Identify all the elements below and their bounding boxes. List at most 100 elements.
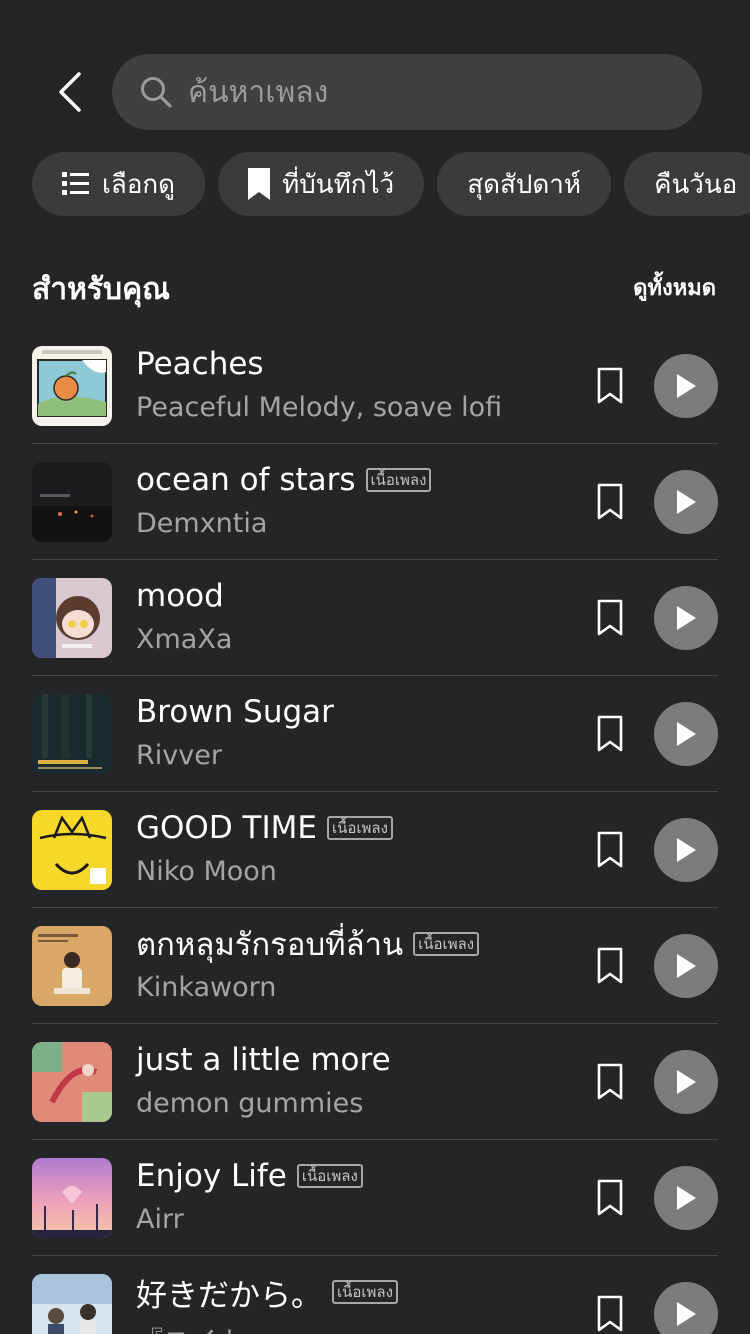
bookmark-outline-icon bbox=[597, 1063, 623, 1100]
list-icon bbox=[62, 171, 90, 197]
song-title-line: Brown Sugar bbox=[136, 692, 334, 732]
play-icon bbox=[677, 374, 696, 398]
song-title: Peaches bbox=[136, 346, 264, 382]
song-row[interactable]: Enjoy Life เนื้อเพลง Airr bbox=[32, 1140, 718, 1256]
play-button[interactable] bbox=[654, 1166, 718, 1230]
album-cover bbox=[32, 810, 112, 890]
play-icon bbox=[677, 1070, 696, 1094]
play-icon bbox=[677, 954, 696, 978]
lyrics-badge: เนื้อเพลง bbox=[413, 932, 480, 956]
lyrics-badge: เนื้อเพลง bbox=[332, 1280, 398, 1304]
bookmark-outline-icon bbox=[597, 1295, 623, 1332]
play-icon bbox=[677, 722, 696, 746]
chip-saved[interactable]: ที่บันทึกไว้ bbox=[218, 152, 425, 216]
song-title-line: 好きだから。 เนื้อเพลง bbox=[136, 1272, 398, 1314]
bookmark-outline-icon bbox=[597, 831, 623, 868]
song-title-line: ocean of stars เนื้อเพลง bbox=[136, 460, 432, 500]
song-artist: Kinkaworn bbox=[136, 972, 277, 1003]
bookmark-button[interactable] bbox=[596, 1062, 624, 1102]
song-row[interactable]: ocean of stars เนื้อเพลง Demxntia bbox=[32, 444, 718, 560]
play-button[interactable] bbox=[654, 702, 718, 766]
chip-browse[interactable]: เลือกดู bbox=[32, 152, 206, 216]
song-row[interactable]: Brown Sugar Rivver bbox=[32, 676, 718, 792]
bookmark-icon bbox=[248, 168, 271, 200]
bookmark-button[interactable] bbox=[596, 482, 624, 522]
bookmark-button[interactable] bbox=[596, 598, 624, 638]
album-cover bbox=[32, 1158, 112, 1238]
bookmark-outline-icon bbox=[597, 715, 623, 752]
album-cover bbox=[32, 694, 112, 774]
album-cover bbox=[32, 346, 112, 426]
song-title: Enjoy Life bbox=[136, 1158, 287, 1194]
song-title: mood bbox=[136, 578, 224, 614]
lyrics-badge: เนื้อเพลง bbox=[365, 468, 432, 492]
song-title: ocean of stars bbox=[136, 462, 356, 498]
bookmark-button[interactable] bbox=[596, 946, 624, 986]
bookmark-outline-icon bbox=[597, 1179, 623, 1216]
song-title-line: GOOD TIME เนื้อเพลง bbox=[136, 808, 393, 848]
bookmark-outline-icon bbox=[597, 947, 623, 984]
song-title: ตกหลุมรักรอบที่ล้าน bbox=[136, 927, 404, 963]
chip-label: ที่บันทึกไว้ bbox=[282, 169, 395, 200]
song-artist: demon gummies bbox=[136, 1088, 364, 1119]
song-title: Brown Sugar bbox=[136, 694, 334, 730]
chip-weekend[interactable]: สุดสัปดาห์ bbox=[437, 152, 611, 216]
play-button[interactable] bbox=[654, 934, 718, 998]
bookmark-outline-icon bbox=[597, 367, 623, 404]
song-artist: 『ユイカ bbox=[136, 1320, 244, 1334]
play-button[interactable] bbox=[654, 1050, 718, 1114]
song-title-line: just a little more bbox=[136, 1040, 391, 1080]
play-icon bbox=[677, 490, 696, 514]
song-row[interactable]: GOOD TIME เนื้อเพลง Niko Moon bbox=[32, 792, 718, 908]
play-button[interactable] bbox=[654, 354, 718, 418]
play-icon bbox=[677, 606, 696, 630]
song-list: Peaches Peaceful Melody, soave lofi ocea… bbox=[32, 328, 718, 1334]
song-artist: XmaXa bbox=[136, 624, 233, 655]
album-cover bbox=[32, 462, 112, 542]
lyrics-badge: เนื้อเพลง bbox=[326, 816, 393, 840]
play-button[interactable] bbox=[654, 818, 718, 882]
see-all-link[interactable]: ดูทั้งหมด bbox=[633, 270, 716, 305]
play-icon bbox=[677, 838, 696, 862]
chip-label: คืนวันอ bbox=[654, 169, 738, 200]
chip-label: เลือกดู bbox=[102, 169, 176, 200]
song-artist: Niko Moon bbox=[136, 856, 277, 887]
song-artist: Airr bbox=[136, 1204, 184, 1235]
bookmark-button[interactable] bbox=[596, 366, 624, 406]
back-button[interactable] bbox=[48, 68, 92, 116]
section-title: สำหรับคุณ bbox=[32, 272, 170, 307]
chip-night[interactable]: คืนวันอ bbox=[624, 152, 750, 216]
bookmark-button[interactable] bbox=[596, 1294, 624, 1334]
song-title-line: Enjoy Life เนื้อเพลง bbox=[136, 1156, 363, 1196]
bookmark-button[interactable] bbox=[596, 830, 624, 870]
song-artist: Demxntia bbox=[136, 508, 268, 539]
play-icon bbox=[677, 1186, 696, 1210]
play-button[interactable] bbox=[654, 1282, 718, 1334]
search-bar[interactable] bbox=[112, 54, 702, 130]
bookmark-button[interactable] bbox=[596, 1178, 624, 1218]
song-title-line: ตกหลุมรักรอบที่ล้าน เนื้อเพลง bbox=[136, 924, 480, 964]
song-row[interactable]: mood XmaXa bbox=[32, 560, 718, 676]
album-cover bbox=[32, 1042, 112, 1122]
album-cover bbox=[32, 1274, 112, 1334]
filter-chips: เลือกดู ที่บันทึกไว้ สุดสัปดาห์ คืนวันอ bbox=[32, 152, 750, 216]
song-title: 好きだから。 bbox=[136, 1277, 322, 1314]
song-artist: Rivver bbox=[136, 740, 222, 771]
song-row[interactable]: ตกหลุมรักรอบที่ล้าน เนื้อเพลง Kinkaworn bbox=[32, 908, 718, 1024]
bookmark-outline-icon bbox=[597, 599, 623, 636]
album-cover bbox=[32, 578, 112, 658]
play-button[interactable] bbox=[654, 470, 718, 534]
bookmark-outline-icon bbox=[597, 483, 623, 520]
bookmark-button[interactable] bbox=[596, 714, 624, 754]
search-icon bbox=[138, 74, 174, 110]
lyrics-badge: เนื้อเพลง bbox=[296, 1164, 363, 1188]
song-title-line: Peaches bbox=[136, 344, 264, 384]
song-row[interactable]: just a little more demon gummies bbox=[32, 1024, 718, 1140]
song-row[interactable]: Peaches Peaceful Melody, soave lofi bbox=[32, 328, 718, 444]
play-button[interactable] bbox=[654, 586, 718, 650]
song-title: GOOD TIME bbox=[136, 810, 317, 846]
search-input[interactable] bbox=[188, 74, 668, 110]
top-bar bbox=[0, 54, 750, 130]
play-icon bbox=[677, 1302, 696, 1326]
song-row[interactable]: 好きだから。 เนื้อเพลง 『ユイカ bbox=[32, 1256, 718, 1334]
